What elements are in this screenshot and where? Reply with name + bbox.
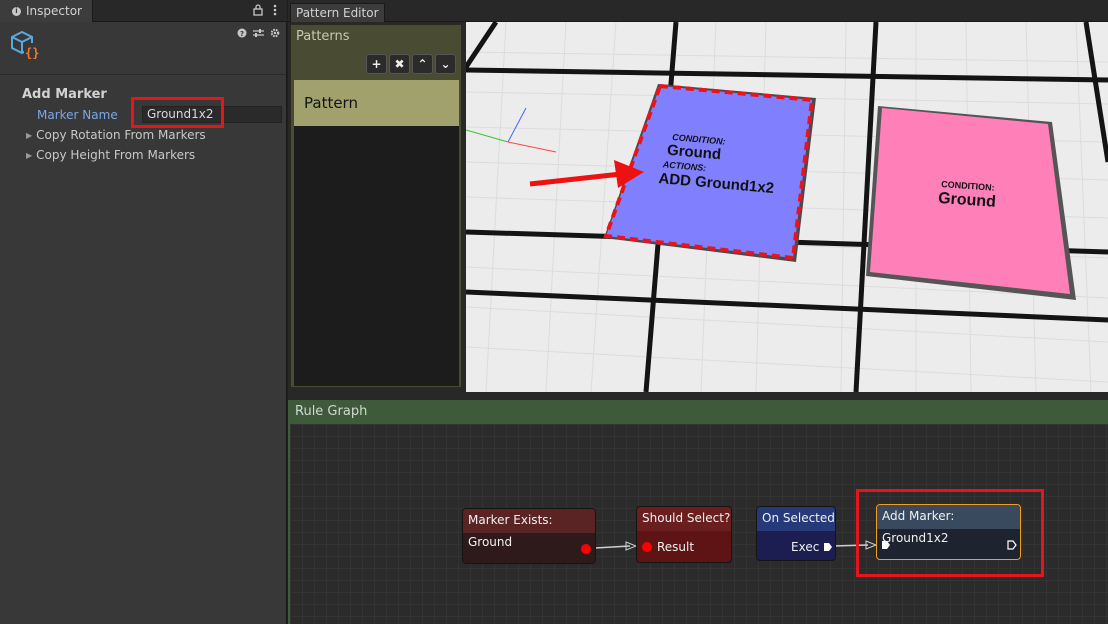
patterns-list: Pattern [294,80,459,386]
foldout-copy-height[interactable]: ▶ Copy Height From Markers [26,148,195,162]
patterns-toolbar: + ✖ ⌃ ⌄ [366,54,456,74]
node-should-select[interactable]: Should Select? Result [636,506,732,563]
scene-viewport[interactable]: CONDITION: Ground ACTIONS: ADD Ground1x2… [466,22,1108,392]
inspector-tabbar: i Inspector [0,0,287,22]
highlight-box-add-marker-node [856,489,1044,577]
marker-name-label: Marker Name [37,108,118,122]
node-marker-exists[interactable]: Marker Exists: Ground [462,508,596,564]
port-label-result: Result [657,540,695,554]
add-pattern-button[interactable]: + [366,54,387,74]
foldout-label: Copy Rotation From Markers [36,128,206,142]
exec-output-icon[interactable] [823,542,833,552]
sliders-icon[interactable] [253,28,264,41]
tab-inspector[interactable]: i Inspector [0,0,93,22]
right-tile-labels: CONDITION: Ground [938,179,997,211]
editor-tabbar: Pattern Editor [288,0,1108,22]
svg-text:{}: {} [25,46,39,60]
node-title: On Selected [757,507,835,531]
patterns-panel: Patterns + ✖ ⌃ ⌄ Pattern [290,24,462,388]
move-down-button[interactable]: ⌄ [435,54,456,74]
node-on-selected[interactable]: On Selected Exec [756,506,836,561]
output-port-icon[interactable] [581,544,591,554]
move-up-button[interactable]: ⌃ [412,54,433,74]
rule-graph-panel[interactable]: Rule Graph Marker Exists: Ground Should … [288,400,1108,624]
cube-script-icon: {} [10,30,42,60]
node-title: Marker Exists: Ground [463,509,595,549]
lock-icon[interactable] [253,4,263,19]
svg-text:?: ? [240,30,244,38]
list-item-pattern[interactable]: Pattern [294,80,459,126]
divider [0,74,286,75]
info-icon: i [12,6,21,16]
inspector-tab-tools [253,4,277,19]
scene-render: CONDITION: Ground ACTIONS: ADD Ground1x2… [466,22,1108,392]
node-title: Should Select? [637,507,731,531]
patterns-title: Patterns [296,29,350,44]
pattern-editor-window: Pattern Editor Patterns + ✖ ⌃ ⌄ Pattern [288,0,1108,624]
input-port-icon[interactable] [642,542,652,552]
tab-inspector-label: Inspector [26,4,82,18]
component-tools: ? [237,28,280,41]
foldout-label: Copy Height From Markers [36,148,196,162]
section-title: Add Marker [22,87,107,102]
foldout-copy-rotation[interactable]: ▶ Copy Rotation From Markers [26,128,206,142]
inspector-panel: i Inspector {} ? Add Marker Marker Name … [0,0,287,624]
highlight-box-marker-name [131,97,224,128]
foldout-arrow-icon: ▶ [26,150,33,160]
delete-pattern-button[interactable]: ✖ [389,54,410,74]
kebab-menu-icon[interactable] [273,4,277,19]
help-icon[interactable]: ? [237,28,247,41]
tab-pattern-editor[interactable]: Pattern Editor [290,3,385,22]
gear-icon[interactable] [270,28,280,41]
foldout-arrow-icon: ▶ [26,130,33,140]
port-label-exec: Exec [791,540,820,554]
